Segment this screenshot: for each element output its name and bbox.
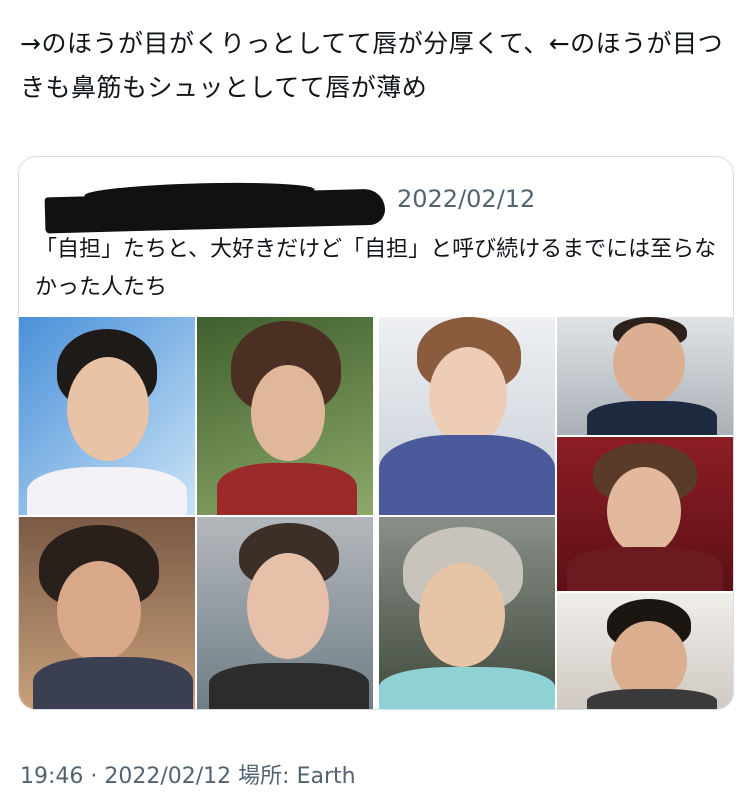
photo-grid[interactable] — [19, 317, 733, 709]
quoted-tweet-text: 「自担」たちと、大好きだけど「自担」と呼び続けるまでには至らなかった人たち — [35, 237, 717, 300]
quoted-tweet-card[interactable]: 2022/02/12 「自担」たちと、大好きだけど「自担」と呼び続けるまでには至… — [18, 156, 734, 710]
redacted-username — [44, 188, 386, 234]
photo-3[interactable] — [19, 517, 195, 709]
quoted-tweet-date: 2022/02/12 — [397, 185, 536, 213]
photo-1[interactable] — [19, 317, 195, 515]
photo-6[interactable] — [557, 317, 733, 435]
tweet-text: →のほうが目がくりっとしてて唇が分厚くて、←のほうが目つきも鼻筋もシュッとしてて… — [20, 29, 724, 102]
photo-2[interactable] — [197, 317, 373, 515]
tweet-meta: 19:46 · 2022/02/12 場所: Earth — [20, 764, 356, 789]
photo-7[interactable] — [557, 437, 733, 591]
photo-5[interactable] — [379, 317, 555, 515]
photo-8[interactable] — [379, 517, 555, 709]
photo-4[interactable] — [197, 517, 373, 709]
quoted-tweet-header: 2022/02/12 — [35, 185, 725, 234]
photo-9[interactable] — [557, 593, 733, 709]
